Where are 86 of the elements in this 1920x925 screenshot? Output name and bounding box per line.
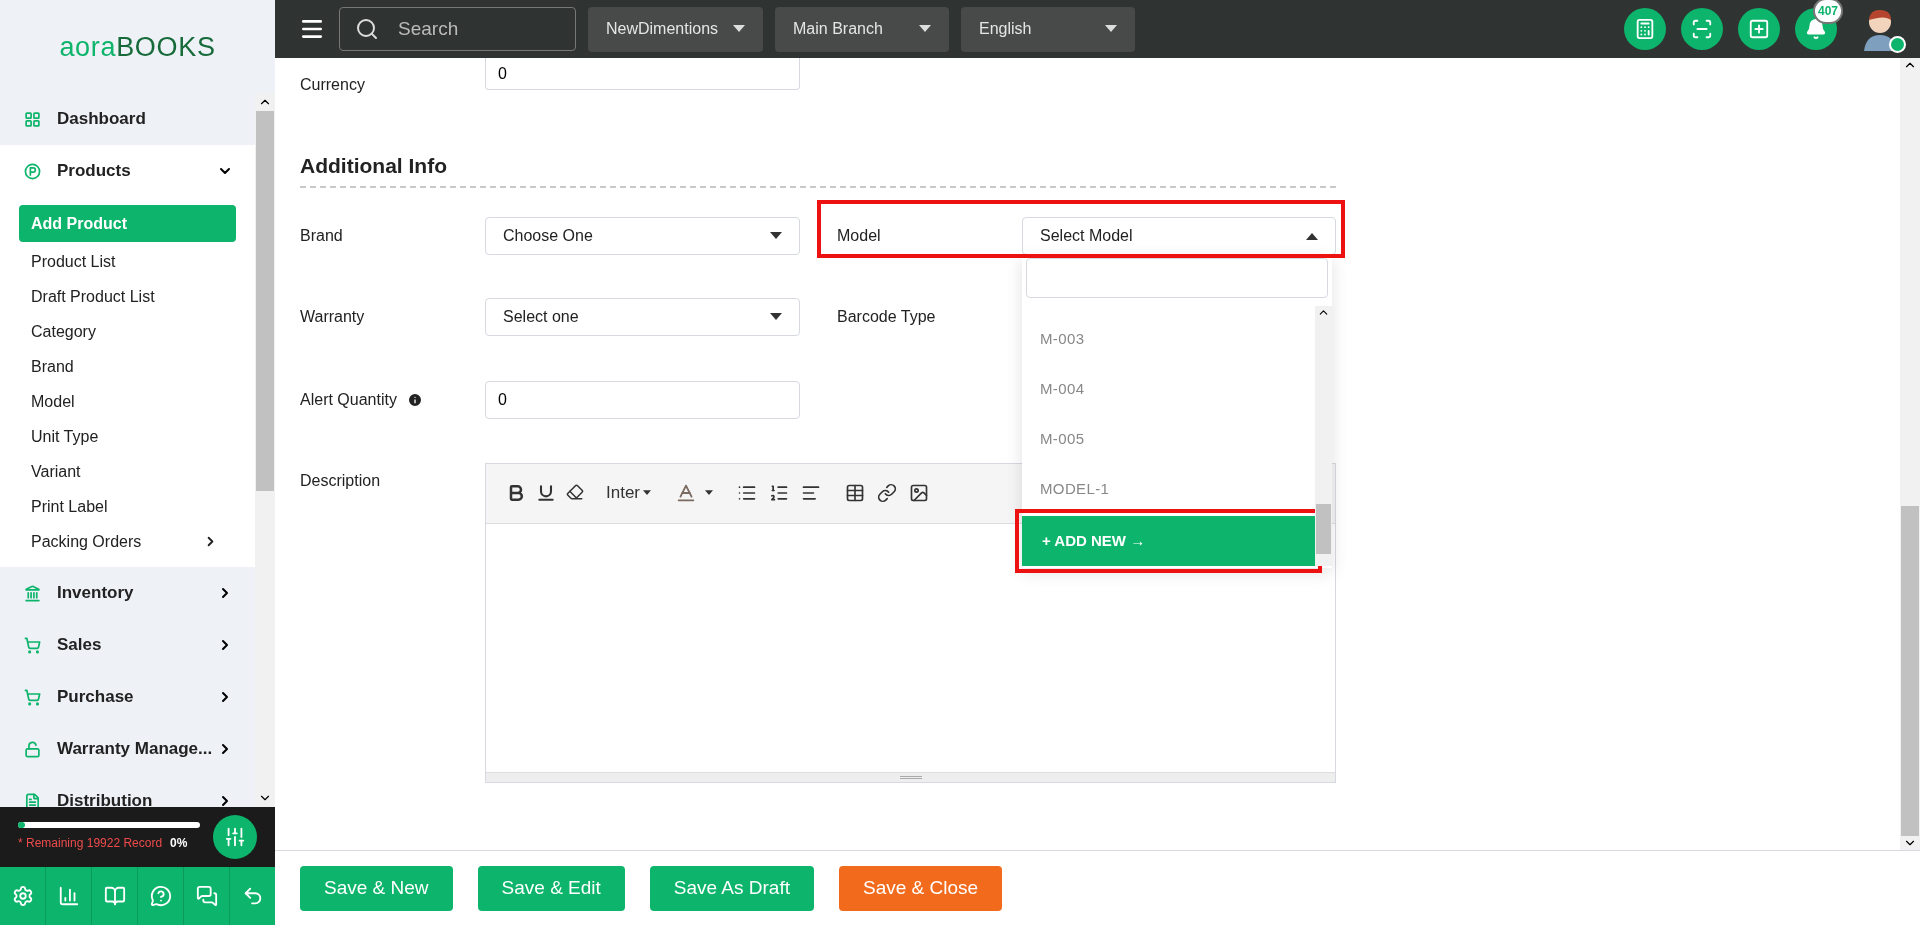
scroll-thumb[interactable] xyxy=(256,111,274,491)
bank-icon xyxy=(24,584,41,602)
field-label: Alert Quantity xyxy=(300,389,397,410)
scan-icon xyxy=(1691,18,1713,40)
underline-icon[interactable] xyxy=(536,483,556,503)
bullet-list-icon[interactable] xyxy=(737,483,758,503)
scroll-thumb[interactable] xyxy=(1316,504,1331,554)
sidebar-item[interactable]: Purchase xyxy=(0,671,255,723)
search-icon xyxy=(355,17,379,41)
bell-icon xyxy=(1805,18,1827,40)
field-label: Currency xyxy=(300,75,366,95)
field-label: Description xyxy=(300,470,382,491)
selector-dropdown[interactable]: Main Branch xyxy=(775,6,949,52)
selector-dropdown[interactable]: English xyxy=(961,6,1135,52)
caret-icon xyxy=(705,489,714,497)
sidebar-item[interactable]: Sales xyxy=(0,619,255,671)
chat-icon xyxy=(195,885,218,907)
caret-icon xyxy=(733,25,745,33)
sidebar-item[interactable]: Distribution xyxy=(0,775,255,807)
eraser-icon[interactable] xyxy=(566,483,584,501)
link-icon[interactable] xyxy=(877,483,898,503)
caret-icon xyxy=(643,489,652,497)
sliders-icon xyxy=(224,826,246,848)
parking-icon xyxy=(24,162,41,180)
caret-icon xyxy=(919,25,931,33)
grid-icon xyxy=(24,110,41,128)
alert-quantity-input[interactable]: 0 xyxy=(485,380,800,419)
percent-text: 0% xyxy=(170,835,188,852)
dropdown-option[interactable]: M-003 xyxy=(1022,314,1315,364)
unlock-icon xyxy=(24,740,41,758)
submenu-item[interactable]: Model xyxy=(19,384,236,419)
selector-dropdown[interactable]: NewDimentions xyxy=(588,6,763,52)
font-dropdown[interactable]: Inter xyxy=(598,480,660,506)
submenu-item[interactable]: Category xyxy=(19,314,236,349)
align-icon[interactable] xyxy=(801,483,822,503)
caret-icon xyxy=(1306,231,1318,240)
book-icon xyxy=(103,885,126,907)
help-icon xyxy=(149,885,172,907)
logo: aoraBOOKS xyxy=(59,31,216,65)
dropdown-option[interactable]: M-004 xyxy=(1022,364,1315,414)
dropdown-option[interactable]: MODEL-1 xyxy=(1022,464,1315,514)
submenu-item[interactable]: Brand xyxy=(19,349,236,384)
header-action-button[interactable] xyxy=(1738,8,1780,50)
sidebar-item[interactable]: Dashboard xyxy=(0,93,255,145)
select-field[interactable]: Select one xyxy=(485,297,800,336)
document-icon xyxy=(24,792,41,807)
remaining-records-text: * Remaining 19922 Record xyxy=(18,835,163,852)
select-field[interactable]: Select Model xyxy=(1022,216,1336,255)
submenu-item[interactable]: Variant xyxy=(19,454,236,489)
caret-icon xyxy=(1105,25,1117,33)
select-field[interactable]: Choose One xyxy=(485,216,800,255)
caret-icon xyxy=(770,312,782,321)
info-icon xyxy=(406,391,423,408)
resize-handle[interactable] xyxy=(486,771,1335,782)
settings-toggle-button[interactable] xyxy=(213,815,257,859)
submenu-item[interactable]: Draft Product List xyxy=(19,279,236,314)
header-action-button[interactable] xyxy=(1624,8,1666,50)
scroll-thumb[interactable] xyxy=(1901,506,1919,836)
cart-icon xyxy=(24,688,41,706)
sidebar-item[interactable]: Inventory xyxy=(0,567,255,619)
sidebar-item[interactable]: Warranty Manage... xyxy=(0,723,255,775)
image-icon[interactable] xyxy=(909,483,930,503)
calculator-icon xyxy=(1634,18,1656,40)
header-action-button[interactable] xyxy=(1681,8,1723,50)
numbered-list-icon[interactable] xyxy=(769,483,790,503)
settings-icon xyxy=(11,885,34,907)
cart-icon xyxy=(24,636,41,654)
notification-badge: 407 xyxy=(1815,0,1842,22)
dropdown-search-field[interactable] xyxy=(1026,258,1328,298)
field-label: Model xyxy=(837,225,882,246)
submenu-item[interactable]: Product List xyxy=(19,244,236,279)
chart-icon xyxy=(57,885,80,907)
field-label: Barcode Type xyxy=(837,306,936,327)
field-label: Warranty xyxy=(300,306,366,327)
submenu-item[interactable]: Unit Type xyxy=(19,419,236,454)
submenu-item[interactable]: Packing Orders xyxy=(19,524,236,559)
caret-icon xyxy=(770,231,782,240)
table-icon[interactable] xyxy=(845,483,866,503)
add-icon xyxy=(1748,18,1770,40)
dropdown-option[interactable]: M-005 xyxy=(1022,414,1315,464)
field-label: Brand xyxy=(300,225,344,246)
currency-input[interactable]: 0 xyxy=(485,58,800,90)
submenu-item[interactable]: Print Label xyxy=(19,489,236,524)
search-field[interactable]: Search xyxy=(339,7,576,51)
section-title: Additional Info xyxy=(300,153,448,179)
sidebar-item[interactable]: Products xyxy=(0,145,255,197)
